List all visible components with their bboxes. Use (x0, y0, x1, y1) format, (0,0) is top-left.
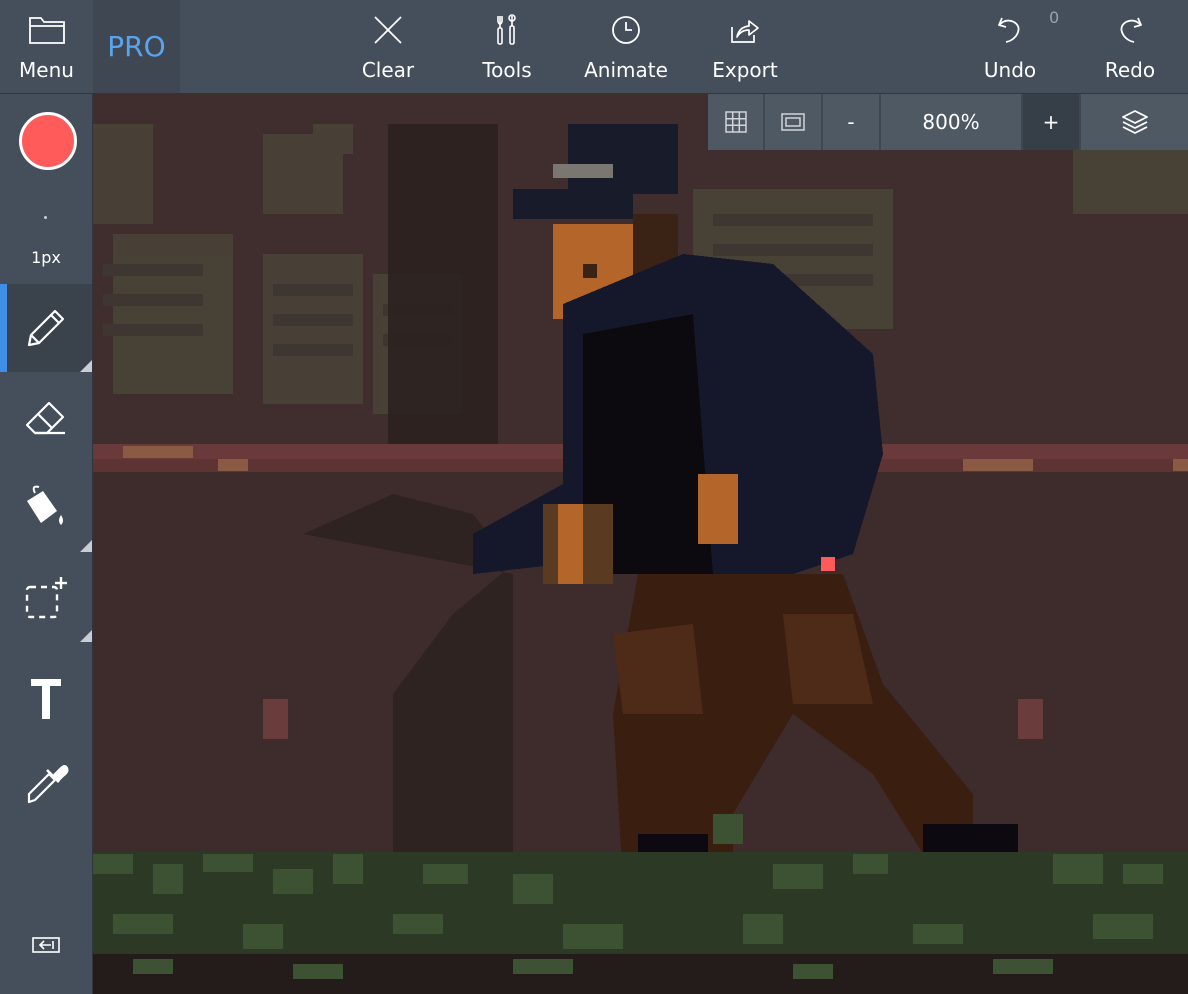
pencil-tool-button[interactable] (0, 284, 92, 372)
undo-icon (998, 17, 1020, 43)
folder-icon (28, 17, 65, 44)
frame-toggle-button[interactable] (765, 94, 821, 150)
bucket-icon (27, 485, 63, 525)
redo-label: Redo (1104, 58, 1156, 82)
undo-button[interactable]: Undo (975, 0, 1045, 93)
frame-icon (781, 113, 805, 131)
animate-button[interactable]: Animate (580, 0, 672, 93)
collapse-icon (32, 937, 60, 953)
grid-icon (724, 111, 747, 133)
tool-options-indicator (80, 540, 92, 552)
layers-icon (1121, 110, 1148, 134)
eraser-tool-button[interactable] (0, 374, 92, 462)
selection-icon (25, 577, 67, 619)
text-tool-button[interactable] (0, 654, 92, 742)
animate-label: Animate (584, 58, 668, 82)
eyedropper-tool-button[interactable] (0, 739, 92, 827)
view-controls: - 800% + (708, 94, 1188, 150)
brush-size-label[interactable]: 1px (0, 248, 92, 267)
share-icon (731, 20, 759, 43)
brush-preview-dot (44, 216, 47, 219)
zoom-in-button[interactable]: + (1023, 94, 1079, 150)
pixel-art-image (93, 94, 1188, 994)
top-toolbar: Menu PRO Clear Tools Animate Export Undo… (0, 0, 1188, 94)
grid-toggle-button[interactable] (708, 94, 763, 150)
redo-button[interactable]: Redo (1095, 0, 1165, 93)
clear-label: Clear (361, 58, 415, 82)
undo-label: Undo (983, 58, 1037, 82)
left-toolbar: 1px (0, 94, 93, 994)
zoom-out-button[interactable]: - (823, 94, 879, 150)
color-picker-swatch[interactable] (19, 112, 77, 170)
tool-options-indicator (80, 630, 92, 642)
menu-button[interactable]: Menu (0, 0, 93, 93)
layers-button[interactable] (1081, 94, 1188, 150)
selection-tool-button[interactable] (0, 554, 92, 642)
collapse-toolbar-button[interactable] (0, 902, 92, 988)
fill-tool-button[interactable] (0, 464, 92, 552)
tools-label: Tools (482, 58, 532, 82)
text-icon (31, 679, 61, 719)
eyedropper-icon (27, 765, 69, 804)
pro-button[interactable]: PRO (93, 0, 180, 93)
redo-icon (1120, 17, 1142, 43)
undo-count: 0 (1049, 8, 1060, 27)
close-icon (374, 16, 402, 44)
tools-button[interactable]: Tools (467, 0, 547, 93)
tools-icon (497, 14, 516, 45)
pencil-icon (27, 309, 65, 347)
zoom-level: 800% (881, 94, 1021, 150)
eraser-icon (25, 401, 65, 435)
export-button[interactable]: Export (705, 0, 785, 93)
clock-icon (612, 16, 640, 44)
drawing-canvas[interactable] (93, 94, 1188, 994)
export-label: Export (712, 58, 778, 82)
menu-label: Menu (19, 58, 74, 82)
tool-options-indicator (80, 360, 92, 372)
clear-button[interactable]: Clear (348, 0, 428, 93)
